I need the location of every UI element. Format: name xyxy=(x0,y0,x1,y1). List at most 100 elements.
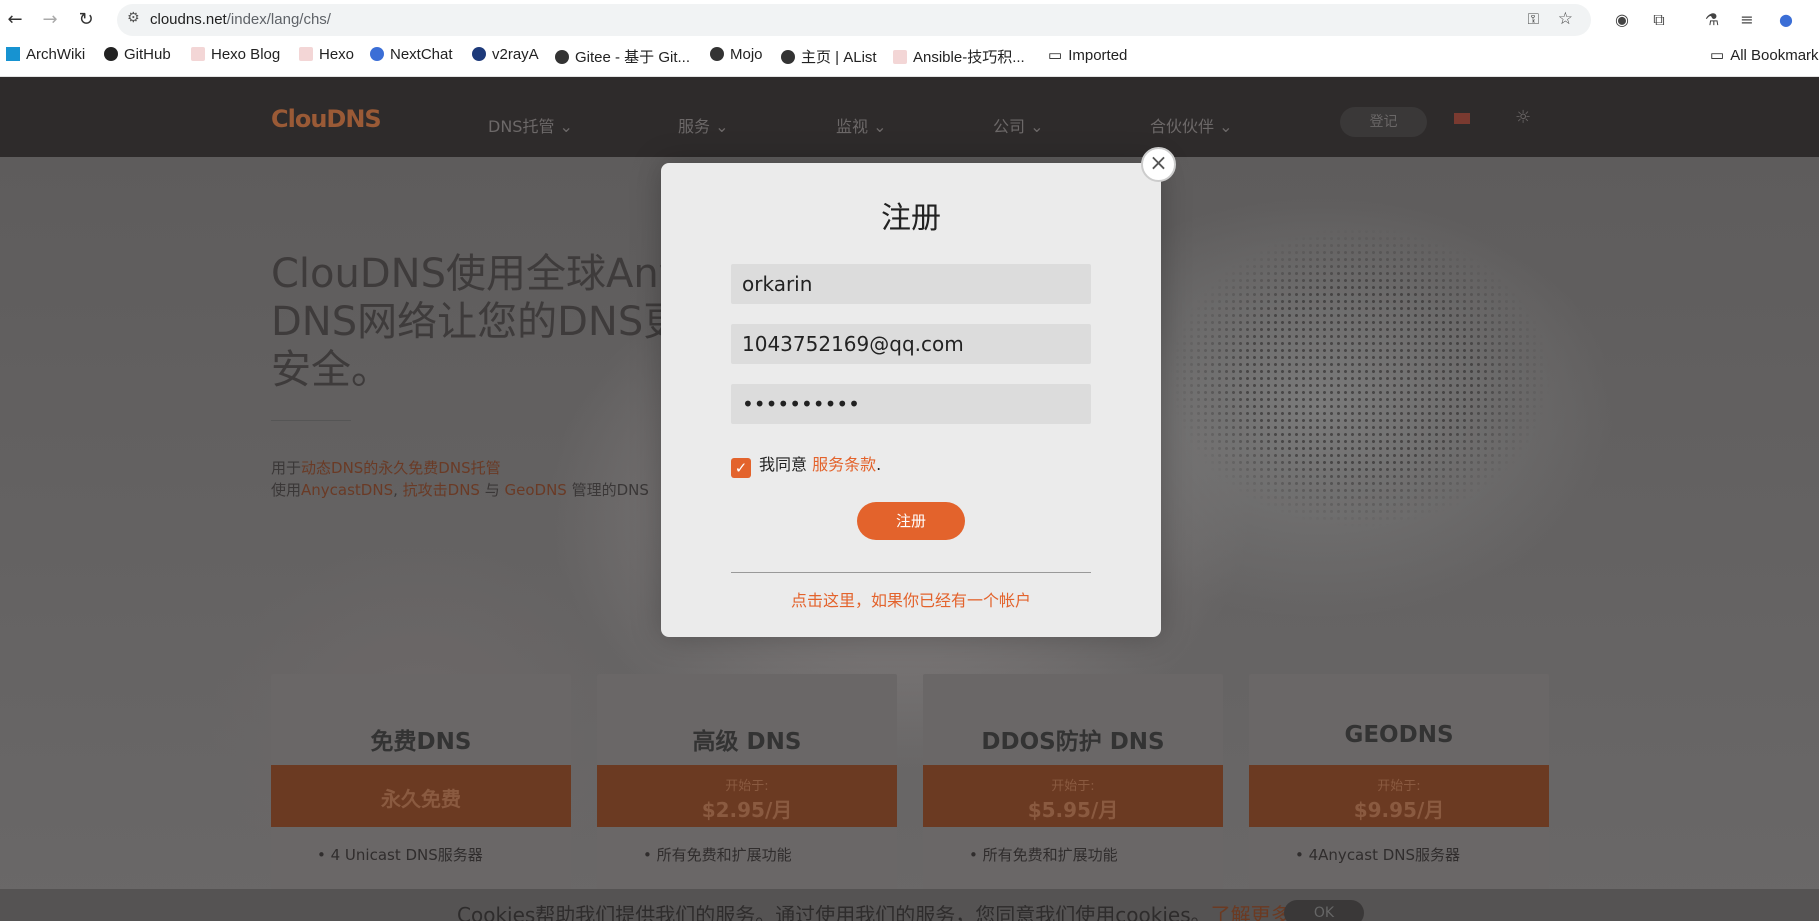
plan-card-premium[interactable]: 高级 DNS 开始于: $2.95/月 • 所有免费和扩展功能 xyxy=(597,674,897,921)
plan-feature: • 4Anycast DNS服务器 xyxy=(1295,846,1461,864)
bookmark-ansible[interactable]: Ansible-技巧积... xyxy=(893,46,1025,67)
bookmark-alist[interactable]: 主页 | AList xyxy=(781,46,877,67)
plan-feature: • 4 Unicast DNS服务器 xyxy=(317,846,483,864)
plan-title: DDOS防护 DNS xyxy=(981,729,1165,755)
star-icon[interactable]: ☆ xyxy=(1558,9,1573,29)
bookmark-mojo[interactable]: Mojo xyxy=(710,46,763,63)
url-text: cloudns.net/index/lang/chs/ xyxy=(150,11,331,28)
register-submit-button[interactable]: 注册 xyxy=(857,502,965,540)
folder-icon: ▭ xyxy=(1048,47,1063,64)
bookmark-archwiki[interactable]: ArchWiki xyxy=(6,46,85,63)
plan-price-band: 开始于: $2.95/月 xyxy=(597,765,897,827)
plan-price-label: 开始于: xyxy=(1377,779,1421,794)
plan-card-ddos[interactable]: DDOS防护 DNS 开始于: $5.95/月 • 所有免费和扩展功能 xyxy=(923,674,1223,921)
menu-services[interactable]: 服务 ⌄ xyxy=(678,113,729,137)
browser-toolbar: ← → ↻ ⚙ cloudns.net/index/lang/chs/ ⚿ ☆ … xyxy=(0,0,1819,40)
archwiki-icon xyxy=(6,47,20,61)
agree-label-dot: . xyxy=(876,455,882,474)
plan-title: 高级 DNS xyxy=(692,729,802,755)
nextchat-icon xyxy=(370,47,384,61)
plan-price-label: 开始于: xyxy=(725,779,769,794)
back-icon[interactable]: ← xyxy=(3,8,27,32)
plan-price-band: 开始于: $9.95/月 xyxy=(1249,765,1549,827)
cookie-ok-button[interactable]: OK xyxy=(1284,900,1364,921)
cookie-learn-more-link[interactable]: 了解更多 xyxy=(1211,903,1291,921)
hero-text: , xyxy=(393,481,403,499)
hero-divider xyxy=(271,420,351,421)
menu-dns-hosting[interactable]: DNS托管 ⌄ xyxy=(488,113,573,137)
address-bar[interactable]: ⚙ cloudns.net/index/lang/chs/ ⚿ ☆ xyxy=(117,4,1591,36)
all-bookmarks[interactable]: ▭ All Bookmarks xyxy=(1710,46,1819,64)
hero-link-ddos[interactable]: 抗攻击DNS xyxy=(403,481,480,499)
bookmark-v2raya[interactable]: v2rayA xyxy=(472,46,539,63)
profile-icon[interactable]: ● xyxy=(1775,9,1797,31)
plan-price-band: 开始于: $5.95/月 xyxy=(923,765,1223,827)
close-icon[interactable]: × xyxy=(1141,147,1176,182)
plan-price: 永久免费 xyxy=(381,787,461,811)
site-info-icon[interactable]: ⚙ xyxy=(127,10,140,26)
incognito-extension-icon[interactable]: ◉ xyxy=(1611,9,1633,31)
extensions-icon[interactable]: ⧉ xyxy=(1648,9,1670,31)
hero-text: 管理的DNS xyxy=(566,481,649,499)
globe-icon xyxy=(710,47,724,61)
plan-price: $9.95/月 xyxy=(1353,798,1445,822)
hexo-icon xyxy=(299,47,313,61)
github-icon xyxy=(104,47,118,61)
plan-title: 免费DNS xyxy=(370,729,472,755)
language-flag-icon[interactable] xyxy=(1454,113,1470,124)
register-modal: 注册 ✓ 我同意 服务条款. 注册 点击这里，如果你已经有一个帐户 xyxy=(661,163,1161,637)
menu-company[interactable]: 公司 ⌄ xyxy=(993,113,1044,137)
hero-link-geodns[interactable]: GeoDNS xyxy=(504,481,566,499)
email-field[interactable] xyxy=(731,324,1091,364)
bookmark-github[interactable]: GitHub xyxy=(104,46,171,63)
username-field[interactable] xyxy=(731,264,1091,304)
reload-icon[interactable]: ↻ xyxy=(74,8,98,32)
existing-account-link[interactable]: 点击这里，如果你已经有一个帐户 xyxy=(661,587,1161,611)
cookie-banner: Cookies帮助我们提供我们的服务。通过使用我们的服务，您同意我们使用cook… xyxy=(0,889,1819,921)
hero-subtitle: 用于动态DNS的永久免费DNS托管 使用AnycastDNS, 抗攻击DNS 与… xyxy=(271,457,649,501)
modal-divider xyxy=(731,572,1091,573)
menu-monitoring[interactable]: 监视 ⌄ xyxy=(836,113,887,137)
plan-price-band: 永久免费 xyxy=(271,765,571,827)
terms-link[interactable]: 服务条款 xyxy=(812,455,876,474)
agree-label: 我同意 xyxy=(759,455,813,474)
bookmarks-bar: ArchWiki GitHub Hexo Blog Hexo NextChat … xyxy=(0,42,1819,70)
plan-price: $2.95/月 xyxy=(701,798,793,822)
plan-price: $5.95/月 xyxy=(1027,798,1119,822)
menu-partners[interactable]: 合伙伙伴 ⌄ xyxy=(1150,113,1233,137)
reading-list-icon[interactable]: ≡ xyxy=(1736,9,1758,31)
agree-terms-row: ✓ 我同意 服务条款. xyxy=(731,451,881,478)
bookmark-gitee[interactable]: Gitee - 基于 Git... xyxy=(555,46,690,67)
hero-link-free-dns[interactable]: 动态DNS的永久免费DNS托管 xyxy=(301,459,501,477)
login-button[interactable]: 登记 xyxy=(1340,107,1427,137)
hero-link-anycast[interactable]: AnycastDNS xyxy=(301,481,393,499)
plan-feature: • 所有免费和扩展功能 xyxy=(643,846,792,864)
hero-text: 用于 xyxy=(271,459,302,477)
bookmark-nextchat[interactable]: NextChat xyxy=(370,46,453,63)
agree-checkbox[interactable]: ✓ xyxy=(731,458,751,478)
bookmark-hexo-blog[interactable]: Hexo Blog xyxy=(191,46,280,63)
modal-title: 注册 xyxy=(881,201,941,236)
hero-text: 与 xyxy=(479,481,505,499)
bookmark-folder-imported[interactable]: ▭ Imported xyxy=(1048,46,1127,64)
bookmark-hexo[interactable]: Hexo xyxy=(299,46,354,63)
plan-feature: • 所有免费和扩展功能 xyxy=(969,846,1118,864)
cookie-text: Cookies帮助我们提供我们的服务。通过使用我们的服务，您同意我们使用cook… xyxy=(457,899,1291,921)
plan-card-free[interactable]: 免费DNS 永久免费 • 4 Unicast DNS服务器 xyxy=(271,674,571,921)
plan-card-geodns[interactable]: GEODNS 开始于: $9.95/月 • 4Anycast DNS服务器 xyxy=(1249,674,1549,921)
plan-title: GEODNS xyxy=(1344,722,1454,748)
theme-sun-icon[interactable]: ☼ xyxy=(1515,107,1531,128)
browser-chrome: ← → ↻ ⚙ cloudns.net/index/lang/chs/ ⚿ ☆ … xyxy=(0,0,1819,77)
key-icon[interactable]: ⚿ xyxy=(1528,10,1539,28)
hero-text: 使用 xyxy=(271,481,302,499)
cloudns-logo[interactable]: ClouDNS xyxy=(271,105,382,133)
labs-icon[interactable]: ⚗ xyxy=(1701,9,1723,31)
hexo-icon xyxy=(191,47,205,61)
world-map-dots xyxy=(1160,207,1550,547)
plan-price-label: 开始于: xyxy=(1051,779,1095,794)
folder-icon: ▭ xyxy=(1710,47,1725,64)
password-field[interactable] xyxy=(731,384,1091,424)
site-header: ClouDNS DNS托管 ⌄ 服务 ⌄ 监视 ⌄ 公司 ⌄ 合伙伙伴 ⌄ 登记… xyxy=(0,77,1819,157)
v2raya-icon xyxy=(472,47,486,61)
forward-icon[interactable]: → xyxy=(38,8,62,32)
